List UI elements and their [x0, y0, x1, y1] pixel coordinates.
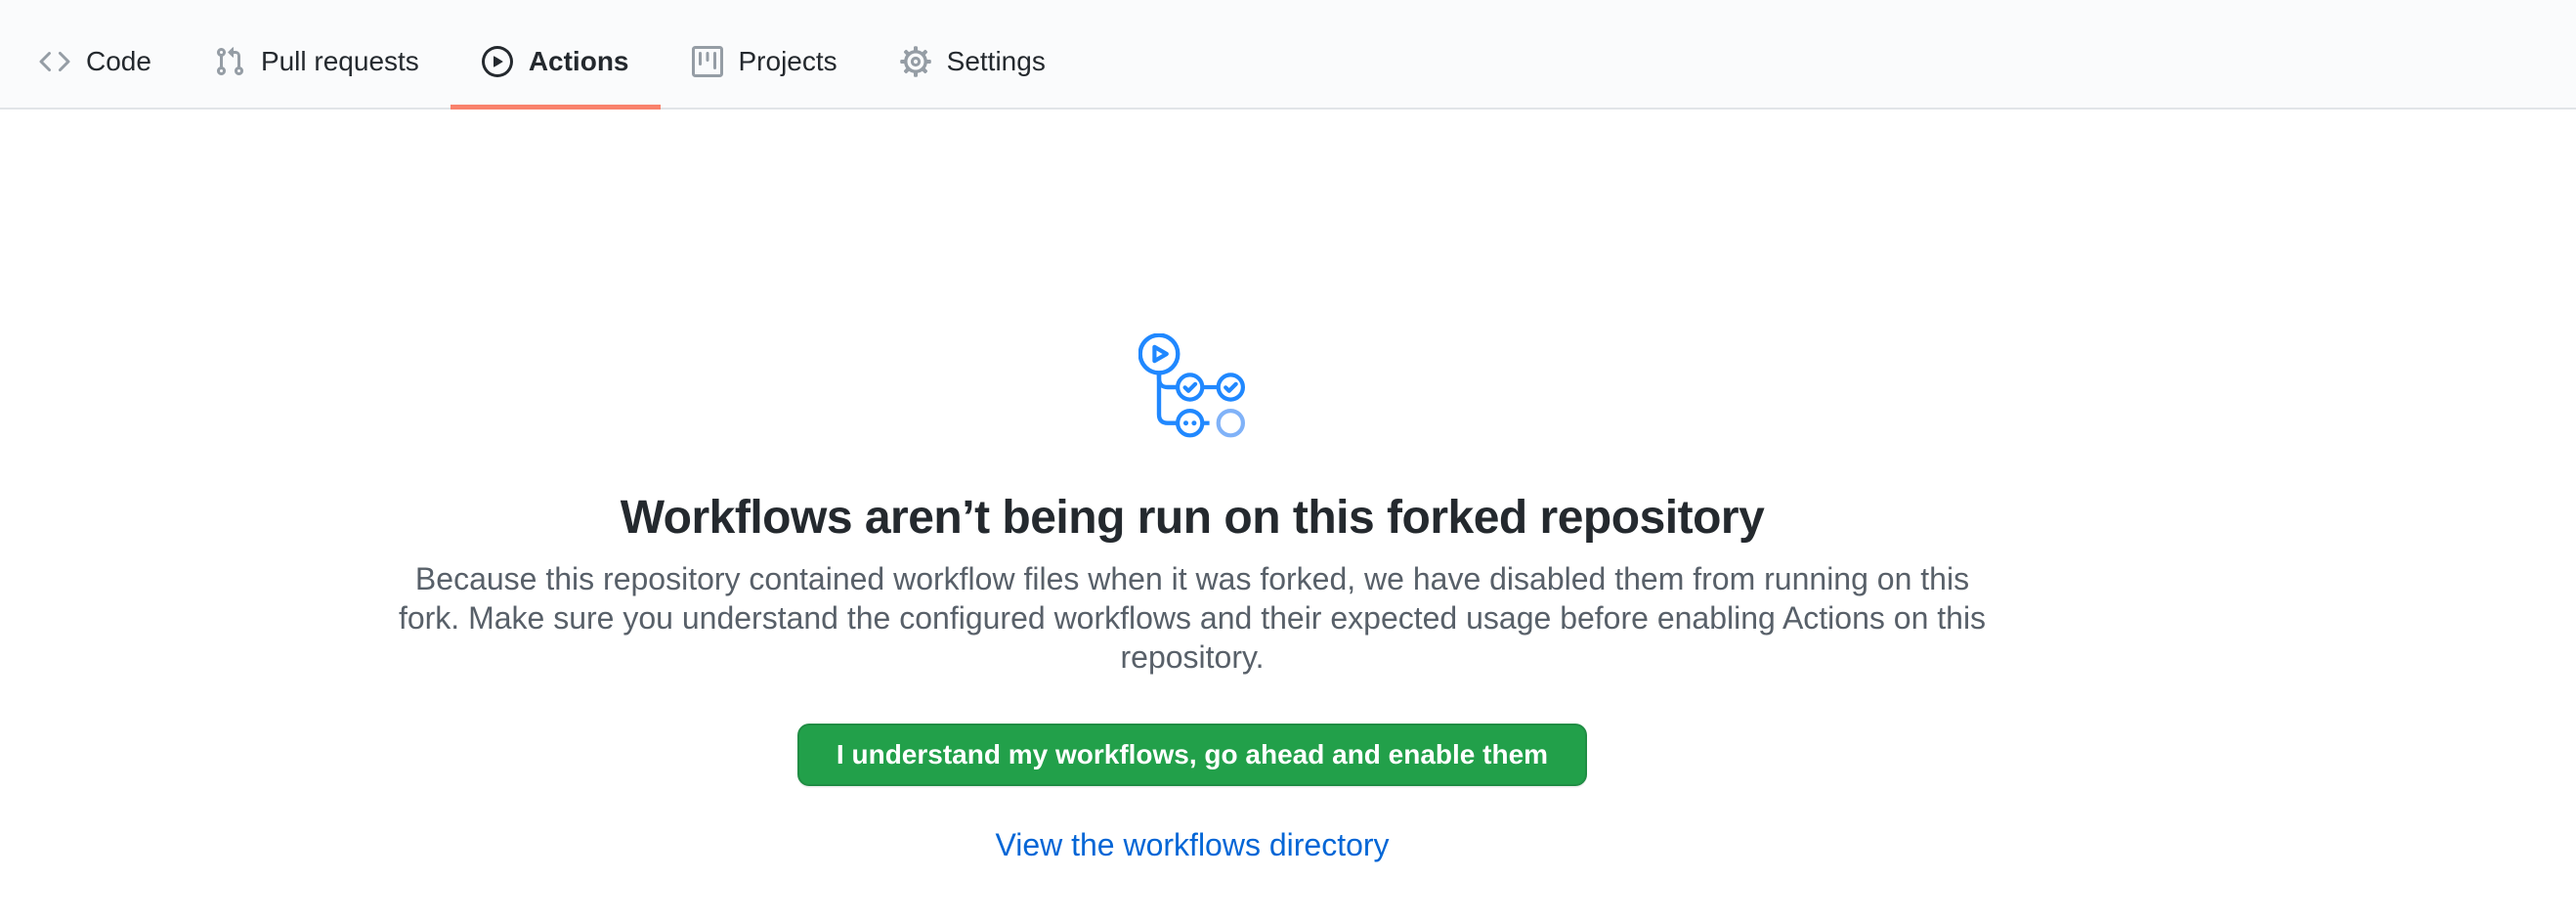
git-pull-request-icon: [214, 46, 245, 77]
tab-actions[interactable]: Actions: [451, 16, 661, 108]
tab-label: Actions: [529, 48, 629, 75]
code-icon: [39, 46, 70, 77]
tab-label: Projects: [739, 48, 837, 75]
play-icon: [482, 46, 513, 77]
tab-settings[interactable]: Settings: [869, 16, 1077, 108]
main-content: Workflows aren’t being run on this forke…: [0, 110, 2384, 864]
tab-code[interactable]: Code: [8, 16, 183, 108]
tab-projects[interactable]: Projects: [661, 16, 869, 108]
workflow-graph-icon: [1138, 333, 1246, 439]
project-icon: [692, 46, 723, 77]
page-title: Workflows aren’t being run on this forke…: [0, 489, 2384, 548]
description-text: Because this repository contained workfl…: [391, 559, 1994, 677]
enable-workflows-button[interactable]: I understand my workflows, go ahead and …: [797, 724, 1587, 786]
tab-label: Code: [86, 48, 151, 75]
tab-label: Settings: [947, 48, 1046, 75]
workflows-directory-link[interactable]: View the workflows directory: [0, 825, 2384, 864]
tab-pull-requests[interactable]: Pull requests: [183, 16, 451, 108]
tab-label: Pull requests: [261, 48, 419, 75]
repo-nav: Code Pull requests Actions Projects: [0, 0, 2576, 110]
gear-icon: [900, 46, 931, 77]
